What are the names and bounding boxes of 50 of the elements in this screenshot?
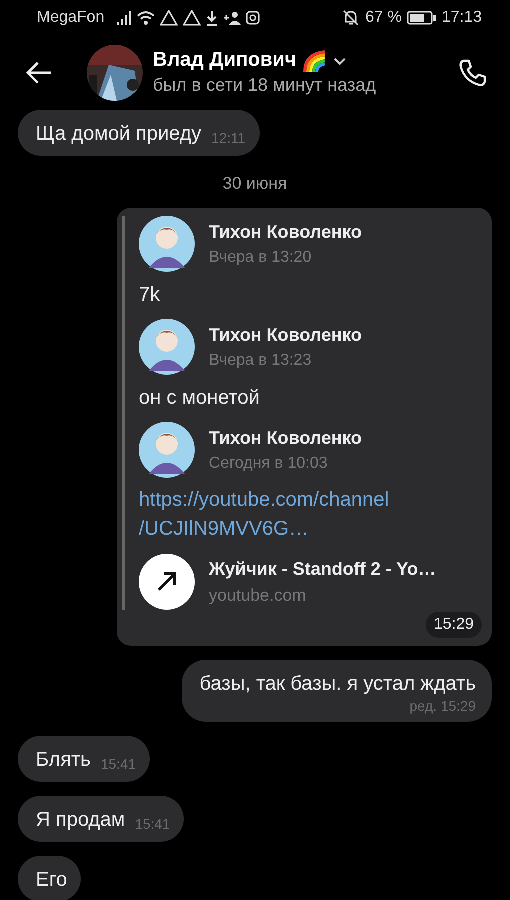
- battery-percent: 67 %: [365, 8, 402, 26]
- rainbow-icon: [302, 50, 327, 72]
- bell-off-icon: [342, 8, 360, 26]
- message-bubble[interactable]: Блять 15:41: [18, 736, 150, 782]
- post-time: Сегодня в 10:03: [209, 454, 329, 472]
- author-name: Тихон Коволенко: [209, 222, 362, 242]
- link-preview-title[interactable]: Жуйчик - Standoff 2 - Yo…: [209, 558, 436, 580]
- warning-icon: [182, 10, 201, 26]
- message-bubble[interactable]: Я продам 15:41: [18, 796, 184, 842]
- add-contact-icon: [222, 10, 241, 26]
- message-text: он с монетой: [139, 387, 261, 410]
- author-name: Тихон Коволенко: [209, 324, 362, 346]
- message-bubble[interactable]: Его: [18, 856, 82, 900]
- message-text: Я продам: [36, 809, 126, 832]
- post-time: Вчера в 13:23: [209, 352, 313, 370]
- message-text: Ща домой приеду: [36, 123, 202, 146]
- avatar[interactable]: [139, 422, 195, 478]
- signal-icon: [116, 10, 132, 26]
- phone-icon[interactable]: [458, 58, 488, 88]
- battery-icon: [406, 10, 437, 26]
- avatar[interactable]: [139, 319, 195, 375]
- message-time: ред. 15:29: [410, 698, 476, 714]
- message-text: Его: [36, 869, 68, 892]
- message-time: 15:41: [100, 756, 136, 772]
- last-seen-status: был в сети 18 минут назад: [153, 75, 378, 96]
- warning-icon: [160, 10, 178, 26]
- download-icon: [206, 10, 218, 26]
- date-separator: 30 июня: [222, 174, 288, 194]
- forwarded-message-bubble[interactable]: Тихон Коволенко Вчера в 13:20 7k Тихон Коволенко Вчера в 13:23 он с монетой Тихон Коволенко Сегодня в 10:03 https://youtube.com/channel /UCJIlN9MVV6G… Жуйчик - Standoff 2 - Yo… youtube.com 15:29: [117, 208, 492, 646]
- camera-icon: [246, 10, 260, 24]
- link[interactable]: https://youtube.com/channel /UCJIlN9MVV6G…: [139, 486, 482, 544]
- message-bubble[interactable]: Ща домой приеду 12:11: [18, 110, 260, 156]
- carrier-name: MegaFon: [37, 8, 105, 26]
- post-time: Вчера в 13:20: [209, 248, 313, 266]
- chevron-down-icon[interactable]: [332, 56, 347, 66]
- author-name: Тихон Коволенко: [209, 428, 362, 448]
- message-text: базы, так базы. я устал ждать: [200, 673, 476, 696]
- avatar[interactable]: [139, 216, 195, 272]
- arrow-up-right-icon[interactable]: [139, 554, 195, 610]
- message-text: Блять: [36, 749, 91, 772]
- message-text: 7k: [139, 284, 162, 307]
- message-time: 15:29: [426, 612, 482, 638]
- message-time: 12:11: [212, 130, 246, 146]
- wifi-icon: [136, 10, 155, 26]
- message-time: 15:41: [135, 816, 170, 832]
- contact-name[interactable]: Влад Дипович: [153, 49, 297, 72]
- link-preview-domain: youtube.com: [209, 586, 308, 606]
- back-arrow-icon[interactable]: [25, 60, 53, 84]
- clock: 17:13: [442, 8, 482, 26]
- message-bubble[interactable]: базы, так базы. я устал ждать ред. 15:29: [182, 660, 492, 722]
